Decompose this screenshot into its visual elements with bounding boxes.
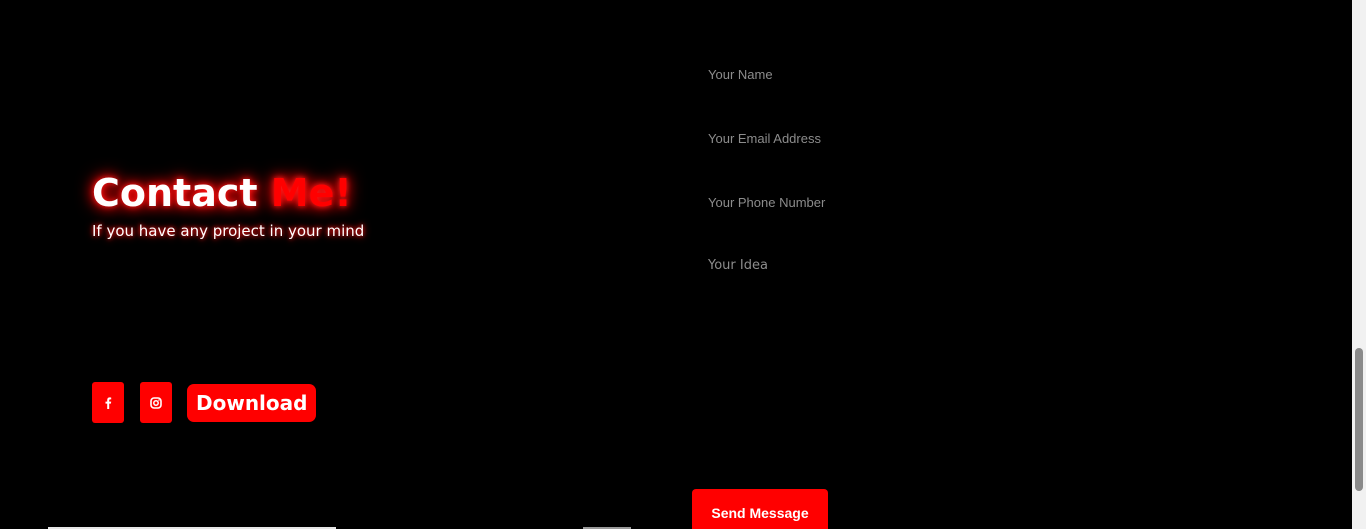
contact-form: Send Message [692,0,1252,529]
email-field[interactable] [692,126,1232,150]
title-main: Contact [92,171,271,215]
name-field[interactable] [692,62,1232,86]
send-message-button[interactable]: Send Message [692,489,828,529]
facebook-button[interactable] [92,382,124,423]
scrollbar[interactable] [1352,0,1366,529]
instagram-button[interactable] [140,382,172,423]
phone-field[interactable] [692,190,1232,214]
download-button[interactable]: Download [187,383,317,422]
social-links: Download [92,382,317,423]
scrollbar-thumb[interactable] [1355,348,1363,491]
page-subtitle: If you have any project in your mind [92,222,365,240]
facebook-icon [104,396,112,409]
idea-field[interactable] [692,257,1232,457]
instagram-icon [150,396,162,409]
contact-heading-block: Contact Me! If you have any project in y… [92,168,364,242]
title-accent: Me! [270,171,352,215]
page-title: Contact Me! [92,168,364,218]
